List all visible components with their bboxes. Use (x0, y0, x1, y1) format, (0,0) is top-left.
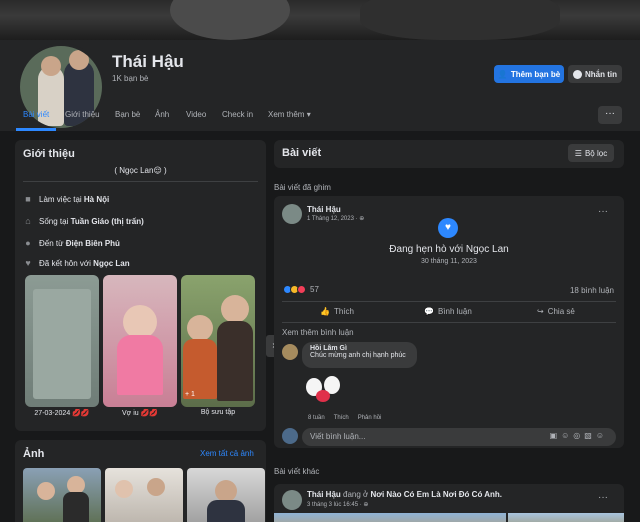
comment-reply-link[interactable]: Phản hồi (358, 415, 382, 421)
featured-story-3[interactable]: + 1 (181, 275, 255, 407)
story-more-count: + 1 (185, 391, 195, 398)
comment-meta: 8 tuần Thích Phản hồi (308, 415, 381, 421)
story-label-3: Bộ sưu tập (200, 409, 236, 416)
life-event-title: Đang hẹn hò với Ngọc Lan (389, 244, 509, 255)
featured-story-1[interactable] (25, 275, 99, 407)
comment-time: 8 tuần (308, 415, 325, 421)
see-all-photos-link[interactable]: Xem tất cả ảnh (200, 449, 254, 458)
filter-label: Bộ lọc (584, 148, 608, 158)
tab-about[interactable]: Giới thiệu (65, 98, 100, 131)
story-label-2: Vợ iu 💋💋 (121, 410, 159, 417)
intro-card: Giới thiệu ( Ngọc Lan😌 ) ■ Làm việc tại … (15, 140, 282, 431)
photos-title: Ảnh (23, 448, 45, 460)
pinned-post: Thái Hậu 1 Tháng 12, 2023 · ⊕ ··· ♥ Đang… (274, 196, 624, 448)
add-friend-button[interactable]: 👤 Thêm bạn bè (494, 65, 564, 83)
my-avatar[interactable] (282, 428, 298, 444)
comment-text: Chúc mừng anh chị hạnh phúc (310, 352, 406, 359)
comment-icon: 💬 (424, 307, 434, 316)
add-friend-label: Thêm bạn bè (510, 69, 561, 79)
post-author-avatar[interactable] (282, 204, 302, 224)
bio-text: ( Ngọc Lan😌 ) (114, 166, 167, 175)
photo-thumb-2[interactable] (105, 468, 183, 522)
commenter-avatar[interactable] (282, 344, 298, 360)
globe-icon: ⊕ (359, 216, 365, 222)
profile-tabs: Bài viết Giới thiệu Bạn bè Ảnh Video Che… (0, 98, 640, 131)
story-label-1: 27-03-2024 💋💋 (34, 410, 90, 417)
share-icon: ↪ (537, 307, 544, 316)
message-button[interactable]: Nhắn tin (568, 65, 622, 83)
posts-header-card: Bài viết ☰ Bộ lọc (274, 140, 624, 168)
work-link[interactable]: Hà Nội (84, 195, 109, 204)
post2-author[interactable]: Thái Hậu (307, 490, 341, 499)
cover-photo[interactable] (0, 0, 640, 40)
live-link[interactable]: Tuần Giáo (thị trấn) (71, 217, 144, 226)
share-button[interactable]: ↪ Chia sẻ (537, 307, 575, 316)
comment-input[interactable]: Viết bình luận... ▣☺◎▧☺ (302, 428, 616, 446)
post-date[interactable]: 1 Tháng 12, 2023 · ⊕ (307, 215, 364, 222)
other-posts-label: Bài viết khác (274, 467, 320, 476)
info-work: ■ Làm việc tại Hà Nội (23, 194, 109, 204)
life-event-date: 30 tháng 11, 2023 (421, 258, 477, 265)
post-options-button[interactable]: ··· (598, 206, 608, 217)
location-pin-icon: ● (25, 238, 31, 248)
commenter-name[interactable]: Hồi Lâm Gì (310, 345, 409, 352)
post2-photo-2[interactable] (508, 513, 624, 522)
love-reaction-icon (297, 285, 306, 294)
tab-photos[interactable]: Ảnh (155, 98, 169, 131)
info-relationship: ♥ Đã kết hôn với Ngọc Lan (23, 258, 129, 268)
comment-button[interactable]: 💬 Bình luận (424, 307, 472, 316)
profile-name: Thái Hậu (112, 52, 184, 71)
thumbs-up-icon: 👍 (320, 307, 330, 316)
comment-bubble: Hồi Lâm Gì Chúc mừng anh chị hạnh phúc (302, 342, 417, 368)
featured-story-2[interactable] (103, 275, 177, 407)
info-from: ● Đến từ Điện Biên Phủ (23, 238, 120, 248)
post-author[interactable]: Thái Hậu (307, 205, 341, 214)
partner-link[interactable]: Ngọc Lan (93, 259, 129, 268)
friend-count[interactable]: 1K bạn bè (112, 74, 148, 83)
post2-place-link[interactable]: Nơi Nào Có Em Là Nơi Đó Có Anh. (371, 490, 503, 499)
caret-down-icon: ▾ (306, 110, 311, 119)
like-button[interactable]: 👍 Thích (320, 307, 354, 316)
photo-thumb-3[interactable] (187, 468, 265, 522)
posts-title: Bài viết (282, 147, 322, 159)
post2-photo-1[interactable] (274, 513, 506, 522)
globe-icon: ⊕ (363, 502, 369, 508)
active-tab-indicator (16, 128, 56, 131)
comment-count[interactable]: 18 bình luận (570, 286, 614, 295)
add-friend-icon: 👤 (497, 69, 508, 79)
view-more-comments[interactable]: Xem thêm bình luận (282, 328, 354, 337)
tab-checkin[interactable]: Check in (222, 98, 253, 131)
heart-icon: ♥ (25, 258, 31, 268)
comment-tools-icons[interactable]: ▣☺◎▧☺ (550, 431, 608, 440)
intro-title: Giới thiệu (23, 148, 75, 160)
post2-header: Thái Hậu đang ở Nơi Nào Có Em Là Nơi Đó … (307, 490, 503, 499)
filter-icon: ☰ (574, 148, 582, 158)
filter-button[interactable]: ☰ Bộ lọc (568, 144, 614, 162)
post-2: Thái Hậu đang ở Nơi Nào Có Em Là Nơi Đó … (274, 484, 624, 522)
from-link[interactable]: Điện Biên Phủ (66, 239, 120, 248)
tab-posts[interactable]: Bài viết (23, 98, 49, 131)
tab-more[interactable]: Xem thêm ▾ (268, 98, 311, 131)
comment-like-link[interactable]: Thích (334, 415, 349, 421)
info-lives: ⌂ Sống tại Tuần Giáo (thị trấn) (23, 216, 144, 226)
messenger-icon (573, 69, 582, 79)
briefcase-icon: ■ (25, 194, 31, 204)
photos-card: Ảnh Xem tất cả ảnh (15, 440, 266, 522)
tab-friends[interactable]: Bạn bè (115, 98, 140, 131)
post2-options-button[interactable]: ··· (598, 492, 608, 503)
comment-sticker (304, 374, 344, 408)
tab-video[interactable]: Video (186, 98, 206, 131)
relationship-heart-icon: ♥ (438, 218, 458, 238)
reactions-summary[interactable]: 57 (283, 285, 319, 294)
post2-author-avatar[interactable] (282, 490, 302, 510)
post2-date[interactable]: 3 tháng 3 lúc 16:45 · ⊕ (307, 501, 368, 508)
home-icon: ⌂ (25, 216, 31, 226)
pinned-posts-label: Bài viết đã ghim (274, 183, 331, 192)
reaction-count: 57 (310, 285, 319, 294)
message-label: Nhắn tin (585, 69, 617, 79)
more-options-button[interactable]: ··· (598, 106, 622, 124)
photo-thumb-1[interactable] (23, 468, 101, 522)
